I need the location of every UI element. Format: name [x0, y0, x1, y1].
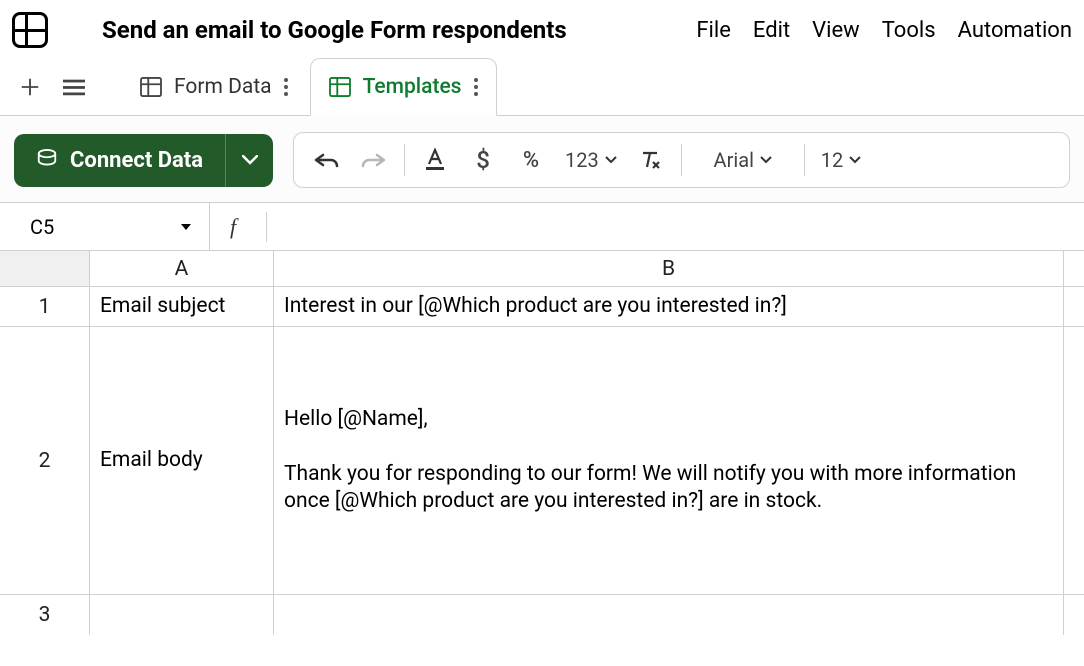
- cell-b2[interactable]: Hello [@Name], Thank you for responding …: [274, 327, 1064, 595]
- formatting-toolbar: $ % 123 Arial 12: [293, 132, 1070, 188]
- number-format-button[interactable]: 123: [555, 140, 627, 180]
- tab-templates[interactable]: Templates: [310, 58, 497, 116]
- chevron-down-icon: [242, 155, 258, 165]
- spreadsheet-grid: A B 1 Email subject Interest in our [@Wh…: [0, 251, 1084, 635]
- cell-b2-text: Hello [@Name], Thank you for responding …: [284, 406, 1053, 515]
- menu-view[interactable]: View: [812, 18, 860, 43]
- cell-c2[interactable]: [1064, 327, 1084, 595]
- tab-form-data-menu-icon[interactable]: [284, 78, 288, 96]
- select-all-cell[interactable]: [0, 251, 90, 287]
- all-tabs-button[interactable]: [54, 67, 94, 107]
- cell-c3[interactable]: [1064, 595, 1084, 635]
- row-header-2[interactable]: 2: [0, 327, 90, 595]
- connect-data-button[interactable]: Connect Data: [14, 134, 225, 187]
- fx-icon: f: [230, 214, 236, 240]
- chevron-down-icon: [605, 156, 617, 164]
- connect-data-label: Connect Data: [70, 148, 203, 173]
- font-size-label: 12: [821, 148, 843, 172]
- row-header-3[interactable]: 3: [0, 595, 90, 635]
- percent-format-button[interactable]: %: [507, 140, 555, 180]
- number-format-label: 123: [565, 148, 599, 172]
- font-size-dropdown[interactable]: 12: [811, 140, 871, 180]
- text-color-button[interactable]: [411, 140, 459, 180]
- menu-file[interactable]: File: [696, 18, 731, 43]
- redo-button[interactable]: [350, 140, 398, 180]
- chevron-down-icon: [181, 224, 191, 230]
- cell-reference-value: C5: [30, 215, 54, 239]
- cell-a3[interactable]: [90, 595, 274, 635]
- column-header-a[interactable]: A: [90, 251, 274, 287]
- cell-b1[interactable]: Interest in our [@Which product are you …: [274, 287, 1064, 327]
- chevron-down-icon: [849, 156, 861, 164]
- undo-icon: [313, 152, 339, 168]
- table-icon: [140, 77, 162, 97]
- connect-data-button-group: Connect Data: [14, 134, 273, 187]
- menu-tools[interactable]: Tools: [882, 18, 936, 43]
- cell-a2[interactable]: Email body: [90, 327, 274, 595]
- column-header-c[interactable]: [1064, 251, 1084, 287]
- chevron-down-icon: [760, 156, 772, 164]
- add-tab-button[interactable]: [10, 67, 50, 107]
- undo-button[interactable]: [302, 140, 350, 180]
- app-logo-icon: [12, 12, 48, 48]
- cell-b3[interactable]: [274, 595, 1064, 635]
- formula-bar[interactable]: f: [210, 203, 1084, 250]
- menu-edit[interactable]: Edit: [753, 18, 790, 43]
- tab-form-data[interactable]: Form Data: [122, 58, 306, 116]
- tab-form-data-label: Form Data: [174, 75, 272, 99]
- document-title[interactable]: Send an email to Google Form respondents: [102, 16, 567, 44]
- currency-format-button[interactable]: $: [459, 140, 507, 180]
- text-color-icon: [424, 148, 446, 172]
- cell-reference-box[interactable]: C5: [0, 203, 210, 250]
- row-header-1[interactable]: 1: [0, 287, 90, 327]
- cell-a1[interactable]: Email subject: [90, 287, 274, 327]
- font-family-dropdown[interactable]: Arial: [688, 140, 798, 180]
- tab-templates-menu-icon[interactable]: [474, 78, 478, 96]
- menu-bar: File Edit View Tools Automation: [696, 18, 1072, 43]
- redo-icon: [361, 152, 387, 168]
- clear-format-icon: [640, 150, 662, 170]
- database-icon: [36, 149, 58, 171]
- menu-automation[interactable]: Automation: [958, 18, 1072, 43]
- connect-data-dropdown-button[interactable]: [225, 134, 273, 187]
- tab-templates-label: Templates: [363, 75, 462, 99]
- font-family-label: Arial: [714, 148, 754, 172]
- clear-formatting-button[interactable]: [627, 140, 675, 180]
- column-header-b[interactable]: B: [274, 251, 1064, 287]
- table-icon: [329, 77, 351, 97]
- cell-c1[interactable]: [1064, 287, 1084, 327]
